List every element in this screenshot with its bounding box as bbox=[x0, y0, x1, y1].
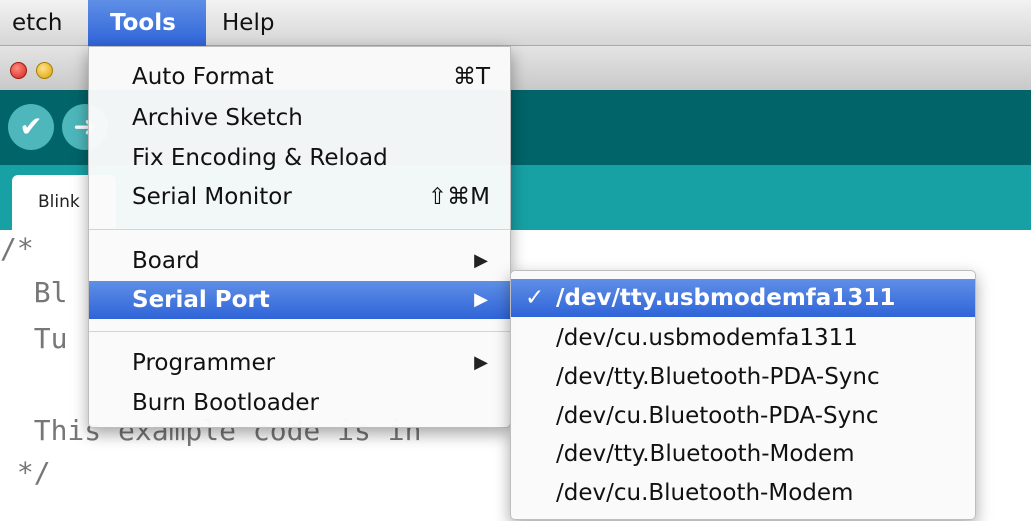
menu-item-label: Archive Sketch bbox=[132, 105, 303, 131]
submenu-arrow-icon: ▶ bbox=[474, 289, 488, 310]
port-item-cu-usbmodem[interactable]: /dev/cu.usbmodemfa1311 bbox=[511, 319, 975, 357]
serial-port-submenu: ✓ /dev/tty.usbmodemfa1311 /dev/cu.usbmod… bbox=[510, 270, 976, 520]
port-label: /dev/tty.usbmodemfa1311 bbox=[556, 285, 896, 311]
code-line: Tu bbox=[0, 322, 68, 355]
menu-item-label: Serial Port bbox=[132, 287, 270, 313]
menu-separator bbox=[89, 331, 510, 332]
menu-item-burn-bootloader[interactable]: Burn Bootloader bbox=[89, 384, 510, 422]
code-line: Bl bbox=[0, 276, 68, 309]
verify-button[interactable]: ✔ bbox=[8, 104, 54, 150]
port-label: /dev/cu.usbmodemfa1311 bbox=[556, 325, 858, 351]
menu-item-fix-encoding[interactable]: Fix Encoding & Reload bbox=[89, 139, 510, 177]
menu-item-auto-format[interactable]: Auto Format ⌘T bbox=[89, 58, 510, 96]
port-label: /dev/cu.Bluetooth-PDA-Sync bbox=[556, 403, 879, 429]
port-item-tty-bluetooth-pda[interactable]: /dev/tty.Bluetooth-PDA-Sync bbox=[511, 358, 975, 396]
menu-item-board[interactable]: Board ▶ bbox=[89, 242, 510, 280]
menu-bar: etch Tools Help bbox=[0, 0, 1031, 46]
menu-item-label: Auto Format bbox=[132, 64, 274, 90]
port-item-tty-bluetooth-modem[interactable]: /dev/tty.Bluetooth-Modem bbox=[511, 435, 975, 473]
shortcut-label: ⇧⌘M bbox=[427, 184, 490, 210]
code-line: /* bbox=[0, 232, 34, 265]
menu-item-archive-sketch[interactable]: Archive Sketch bbox=[89, 99, 510, 137]
shortcut-label: ⌘T bbox=[452, 64, 490, 90]
port-item-cu-bluetooth-pda[interactable]: /dev/cu.Bluetooth-PDA-Sync bbox=[511, 397, 975, 435]
port-label: /dev/cu.Bluetooth-Modem bbox=[556, 480, 854, 506]
close-window-button[interactable] bbox=[10, 62, 27, 79]
checkmark-icon: ✔ bbox=[19, 110, 43, 143]
menu-sketch[interactable]: etch bbox=[0, 0, 74, 46]
menu-item-serial-monitor[interactable]: Serial Monitor ⇧⌘M bbox=[89, 178, 510, 216]
menu-item-programmer[interactable]: Programmer ▶ bbox=[89, 344, 510, 382]
menu-tools[interactable]: Tools bbox=[88, 0, 206, 46]
menu-separator bbox=[89, 229, 510, 230]
submenu-arrow-icon: ▶ bbox=[474, 352, 488, 373]
port-item-tty-usbmodem[interactable]: ✓ /dev/tty.usbmodemfa1311 bbox=[511, 279, 975, 317]
checkmark-icon: ✓ bbox=[525, 285, 545, 311]
code-line: */ bbox=[0, 456, 51, 489]
menu-help[interactable]: Help bbox=[210, 0, 286, 46]
menu-item-label: Burn Bootloader bbox=[132, 390, 319, 416]
minimize-window-button[interactable] bbox=[36, 62, 53, 79]
tools-menu: Auto Format ⌘T Archive Sketch Fix Encodi… bbox=[88, 46, 511, 428]
port-item-cu-bluetooth-modem[interactable]: /dev/cu.Bluetooth-Modem bbox=[511, 474, 975, 512]
menu-item-serial-port[interactable]: Serial Port ▶ bbox=[89, 281, 510, 319]
menu-item-label: Serial Monitor bbox=[132, 184, 292, 210]
menu-item-label: Fix Encoding & Reload bbox=[132, 145, 388, 171]
menu-item-label: Board bbox=[132, 248, 200, 274]
menu-item-label: Programmer bbox=[132, 350, 276, 376]
port-label: /dev/tty.Bluetooth-Modem bbox=[556, 441, 855, 467]
port-label: /dev/tty.Bluetooth-PDA-Sync bbox=[556, 364, 880, 390]
submenu-arrow-icon: ▶ bbox=[474, 250, 488, 271]
